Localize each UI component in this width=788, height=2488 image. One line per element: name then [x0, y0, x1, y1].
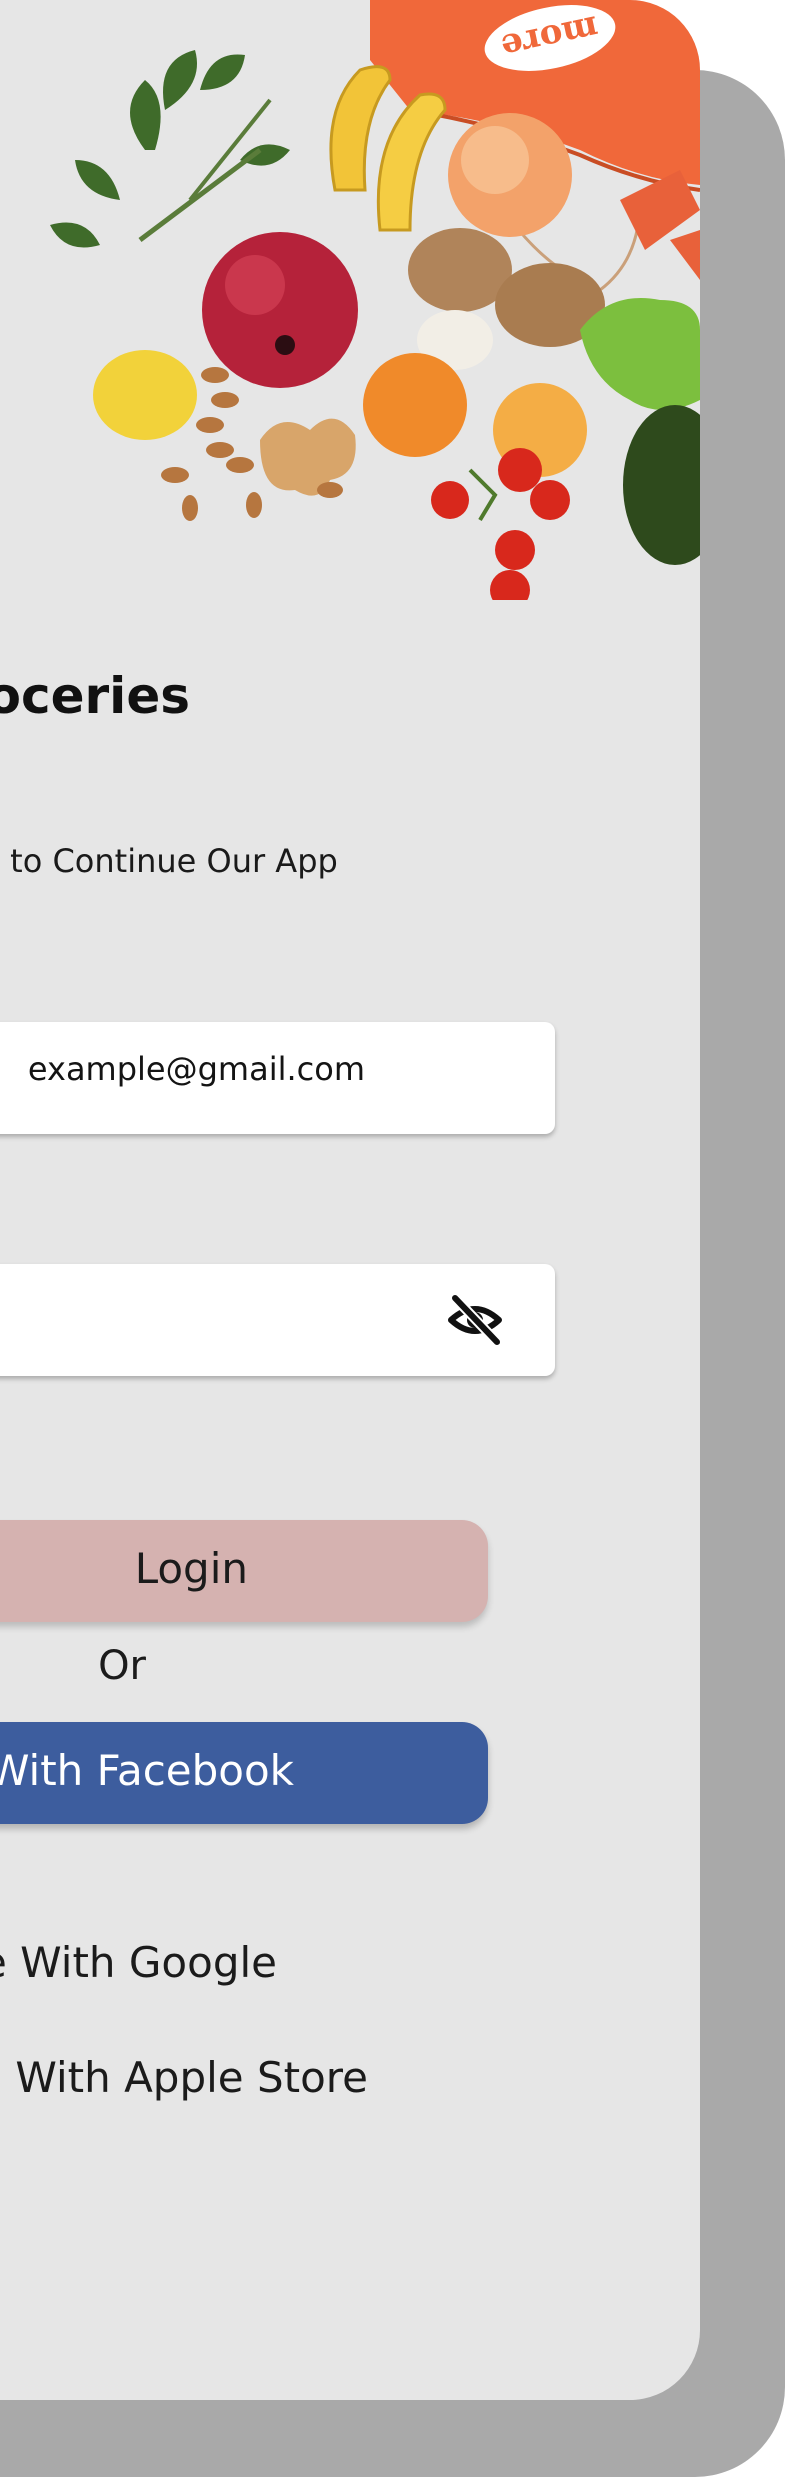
login-card: more oceries to Continue Our App example…: [0, 0, 700, 2400]
login-button[interactable]: Login: [0, 1520, 488, 1622]
page-title: Groceries: [0, 667, 190, 725]
groceries-hero-image: more: [50, 0, 700, 600]
login-screen: more oceries to Continue Our App example…: [0, 0, 788, 2488]
eye-off-icon[interactable]: [447, 1294, 503, 1346]
password-field[interactable]: **********: [0, 1264, 555, 1376]
continue-with-google-button[interactable]: Continue With Google: [0, 1938, 277, 1987]
continue-with-facebook-button[interactable]: Continue With Facebook: [0, 1722, 488, 1824]
facebook-button-label: Continue With Facebook: [0, 1746, 294, 1795]
or-divider: Or: [98, 1643, 146, 1689]
email-value[interactable]: example@gmail.com: [0, 1050, 365, 1088]
page-subtitle: Login or Sign up to Continue Our App: [0, 842, 338, 880]
continue-with-apple-button[interactable]: Continue With Apple Store: [0, 2053, 368, 2102]
login-button-label: Login: [134, 1544, 248, 1593]
email-field[interactable]: example@gmail.com: [0, 1022, 555, 1134]
